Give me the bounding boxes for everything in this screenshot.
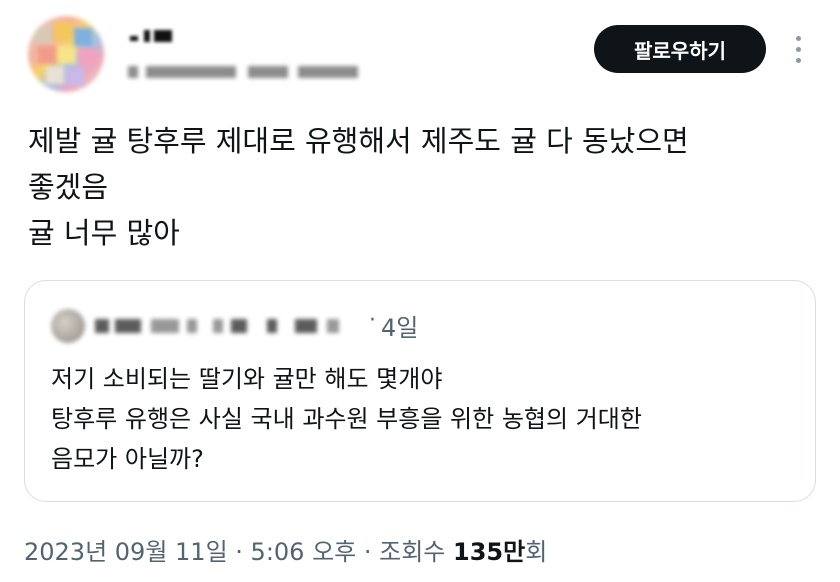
quoted-author-avatar (51, 309, 85, 343)
tweet-time[interactable]: 5:06 오후 (251, 538, 357, 566)
tweet-line: 제발 귤 탕후루 제대로 유행해서 제주도 귤 다 동났으면 (28, 124, 689, 158)
views-count: 135만 (453, 538, 526, 566)
quoted-tweet-card[interactable]: · 4일 저기 소비되는 딸기와 귤만 해도 몇개야 탕후루 유행은 사실 국내… (24, 280, 816, 502)
quoted-author-name-blurred (95, 315, 365, 339)
tweet-date[interactable]: 2023년 09월 11일 (24, 538, 228, 566)
views-label: 조회수 (379, 538, 453, 566)
quoted-separator-dot: · (369, 308, 376, 333)
quoted-timestamp[interactable]: 4일 (381, 308, 418, 343)
meta-separator: · (227, 538, 251, 566)
quoted-line: 저기 소비되는 딸기와 귤만 해도 몇개야 (51, 365, 443, 393)
tweet-line: 좋겠음 (28, 170, 109, 204)
more-vertical-icon[interactable] (786, 31, 810, 67)
author-handle-blurred (128, 62, 368, 82)
tweet-text: 제발 귤 탕후루 제대로 유행해서 제주도 귤 다 동났으면 좋겠음 귤 너무 … (28, 118, 818, 256)
tweet-meta: 2023년 09월 11일 · 5:06 오후 · 조회수 135만회 (24, 532, 547, 567)
author-name-blurred[interactable] (128, 24, 198, 44)
views-unit: 회 (525, 538, 548, 566)
tweet-line: 귤 너무 많아 (28, 216, 180, 250)
quoted-line: 음모가 아닐까? (51, 445, 204, 473)
meta-separator: · (356, 538, 380, 566)
quoted-line: 탕후루 유행은 사실 국내 과수원 부흥을 위한 농협의 거대한 (51, 405, 642, 433)
quoted-tweet-text: 저기 소비되는 딸기와 귤만 해도 몇개야 탕후루 유행은 사실 국내 과수원 … (51, 359, 801, 479)
follow-button[interactable]: 팔로우하기 (594, 25, 766, 73)
author-avatar[interactable] (28, 16, 104, 92)
